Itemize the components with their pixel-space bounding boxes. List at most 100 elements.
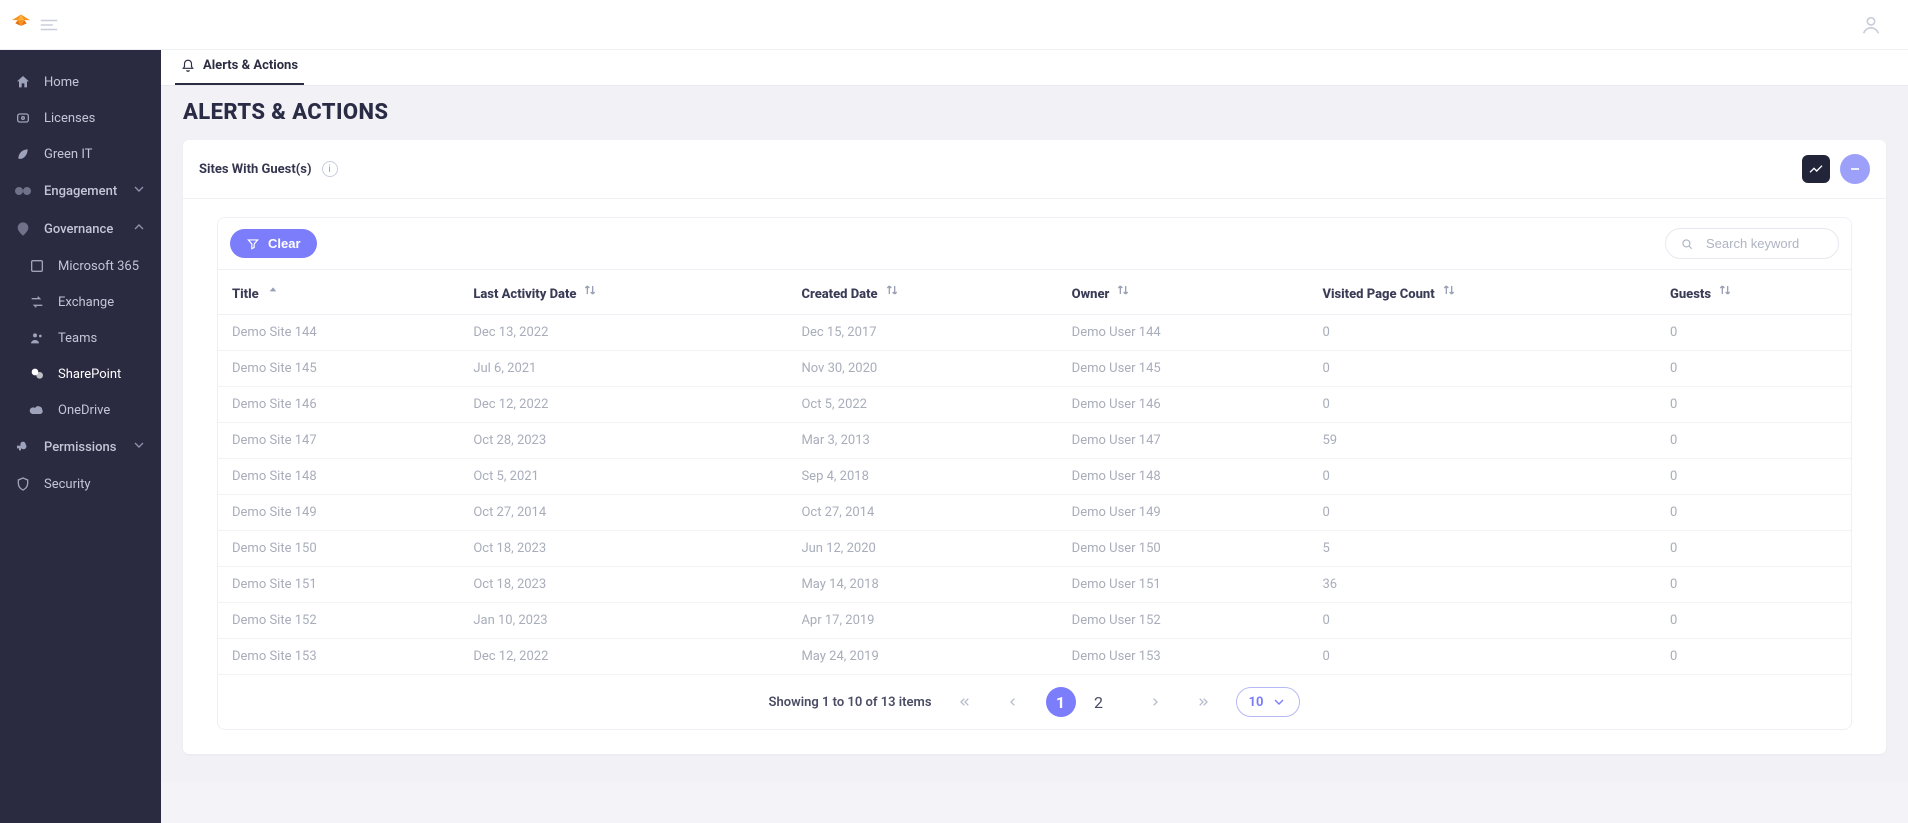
tab-alerts-actions[interactable]: Alerts & Actions (175, 50, 304, 85)
table-row[interactable]: Demo Site 146Dec 12, 2022Oct 5, 2022Demo… (218, 387, 1851, 423)
governance-icon (14, 220, 32, 238)
sidebar-item-label: Security (44, 477, 91, 492)
cell-created: Jun 12, 2020 (787, 531, 1057, 567)
cell-visited: 0 (1308, 603, 1656, 639)
tab-label: Alerts & Actions (203, 58, 298, 73)
cell-guests: 0 (1656, 495, 1851, 531)
sidebar-item-label: Green IT (44, 147, 92, 162)
sidebar-item-sharepoint[interactable]: SharePoint (0, 356, 161, 392)
cell-last: Oct 18, 2023 (459, 531, 787, 567)
sidebar-item-label: Teams (58, 331, 97, 346)
collapse-button[interactable] (1840, 154, 1870, 184)
table-row[interactable]: Demo Site 150Oct 18, 2023Jun 12, 2020Dem… (218, 531, 1851, 567)
bell-icon (181, 59, 195, 73)
table-row[interactable]: Demo Site 152Jan 10, 2023Apr 17, 2019Dem… (218, 603, 1851, 639)
cell-visited: 0 (1308, 315, 1656, 351)
sidebar-item-microsoft365[interactable]: Microsoft 365 (0, 248, 161, 284)
sidebar-item-onedrive[interactable]: OneDrive (0, 392, 161, 428)
table-row[interactable]: Demo Site 149Oct 27, 2014Oct 27, 2014Dem… (218, 495, 1851, 531)
table-row[interactable]: Demo Site 145Jul 6, 2021Nov 30, 2020Demo… (218, 351, 1851, 387)
pager-first[interactable] (950, 687, 980, 717)
cell-owner: Demo User 144 (1058, 315, 1309, 351)
cell-title: Demo Site 148 (218, 459, 459, 495)
cell-owner: Demo User 149 (1058, 495, 1309, 531)
col-guests[interactable]: Guests (1656, 270, 1851, 315)
sidebar-item-label: Exchange (58, 295, 114, 310)
sidebar-item-greenit[interactable]: Green IT (0, 136, 161, 172)
table-row[interactable]: Demo Site 148Oct 5, 2021Sep 4, 2018Demo … (218, 459, 1851, 495)
menu-toggle[interactable] (34, 12, 64, 38)
cell-owner: Demo User 146 (1058, 387, 1309, 423)
sidebar-item-teams[interactable]: Teams (0, 320, 161, 356)
teams-icon (28, 329, 46, 347)
col-title[interactable]: Title (218, 270, 459, 315)
col-owner[interactable]: Owner (1058, 270, 1309, 315)
sort-icon (582, 282, 598, 298)
page-size-select[interactable]: 10 (1236, 687, 1301, 717)
cell-created: Oct 27, 2014 (787, 495, 1057, 531)
table-row[interactable]: Demo Site 153Dec 12, 2022May 24, 2019Dem… (218, 639, 1851, 675)
pager-prev[interactable] (998, 687, 1028, 717)
cell-last: Oct 5, 2021 (459, 459, 787, 495)
sidebar-item-licenses[interactable]: Licenses (0, 100, 161, 136)
cell-last: Oct 27, 2014 (459, 495, 787, 531)
search-box[interactable] (1665, 228, 1839, 259)
cell-last: Jul 6, 2021 (459, 351, 787, 387)
cell-guests: 0 (1656, 531, 1851, 567)
search-input[interactable] (1704, 235, 1824, 252)
sidebar-item-label: Governance (44, 222, 113, 237)
table-row[interactable]: Demo Site 144Dec 13, 2022Dec 15, 2017Dem… (218, 315, 1851, 351)
page-title: ALERTS & ACTIONS (161, 86, 1908, 140)
cell-created: Oct 5, 2022 (787, 387, 1057, 423)
cell-last: Dec 12, 2022 (459, 387, 787, 423)
cell-title: Demo Site 153 (218, 639, 459, 675)
pager-page-1[interactable]: 1 (1046, 687, 1076, 717)
onedrive-icon (28, 401, 46, 419)
cell-guests: 0 (1656, 423, 1851, 459)
sidebar-item-exchange[interactable]: Exchange (0, 284, 161, 320)
sort-icon (1115, 282, 1131, 298)
col-visited-page-count[interactable]: Visited Page Count (1308, 270, 1656, 315)
sidebar: Home Licenses Green IT Engagement Govern… (0, 50, 161, 823)
cell-created: Apr 17, 2019 (787, 603, 1057, 639)
pager-next[interactable] (1140, 687, 1170, 717)
cell-last: Oct 18, 2023 (459, 567, 787, 603)
cell-owner: Demo User 151 (1058, 567, 1309, 603)
pager-page-2[interactable]: 2 (1084, 687, 1114, 717)
sidebar-item-engagement[interactable]: Engagement (0, 172, 161, 210)
cell-visited: 0 (1308, 459, 1656, 495)
topbar (0, 0, 1908, 50)
pagination-info: Showing 1 to 10 of 13 items (769, 695, 932, 710)
table-row[interactable]: Demo Site 151Oct 18, 2023May 14, 2018Dem… (218, 567, 1851, 603)
sidebar-item-governance[interactable]: Governance (0, 210, 161, 248)
info-icon[interactable]: i (322, 161, 338, 177)
sidebar-item-home[interactable]: Home (0, 64, 161, 100)
engagement-icon (14, 182, 32, 200)
col-last-activity[interactable]: Last Activity Date (459, 270, 787, 315)
page-title-text: ALERTS & ACTIONS (183, 100, 1886, 125)
cell-created: Nov 30, 2020 (787, 351, 1057, 387)
data-table: Title Last Activity Date Created Date Ow… (218, 269, 1851, 675)
sort-icon (1717, 282, 1733, 298)
cell-guests: 0 (1656, 387, 1851, 423)
col-created-date[interactable]: Created Date (787, 270, 1057, 315)
sort-icon (1441, 282, 1457, 298)
cell-owner: Demo User 153 (1058, 639, 1309, 675)
table-row[interactable]: Demo Site 147Oct 28, 2023Mar 3, 2013Demo… (218, 423, 1851, 459)
sidebar-item-permissions[interactable]: Permissions (0, 428, 161, 466)
cell-owner: Demo User 150 (1058, 531, 1309, 567)
cell-visited: 0 (1308, 495, 1656, 531)
sidebar-item-label: Licenses (44, 111, 95, 126)
profile-button[interactable] (1860, 14, 1882, 36)
cell-created: May 24, 2019 (787, 639, 1057, 675)
cell-guests: 0 (1656, 639, 1851, 675)
sidebar-item-security[interactable]: Security (0, 466, 161, 502)
chart-icon[interactable] (1802, 155, 1830, 183)
sidebar-item-label: Permissions (44, 440, 116, 455)
cell-title: Demo Site 147 (218, 423, 459, 459)
pager-last[interactable] (1188, 687, 1218, 717)
cell-visited: 0 (1308, 639, 1656, 675)
chevron-up-icon (131, 219, 147, 239)
cell-created: Sep 4, 2018 (787, 459, 1057, 495)
clear-button[interactable]: Clear (230, 229, 317, 258)
